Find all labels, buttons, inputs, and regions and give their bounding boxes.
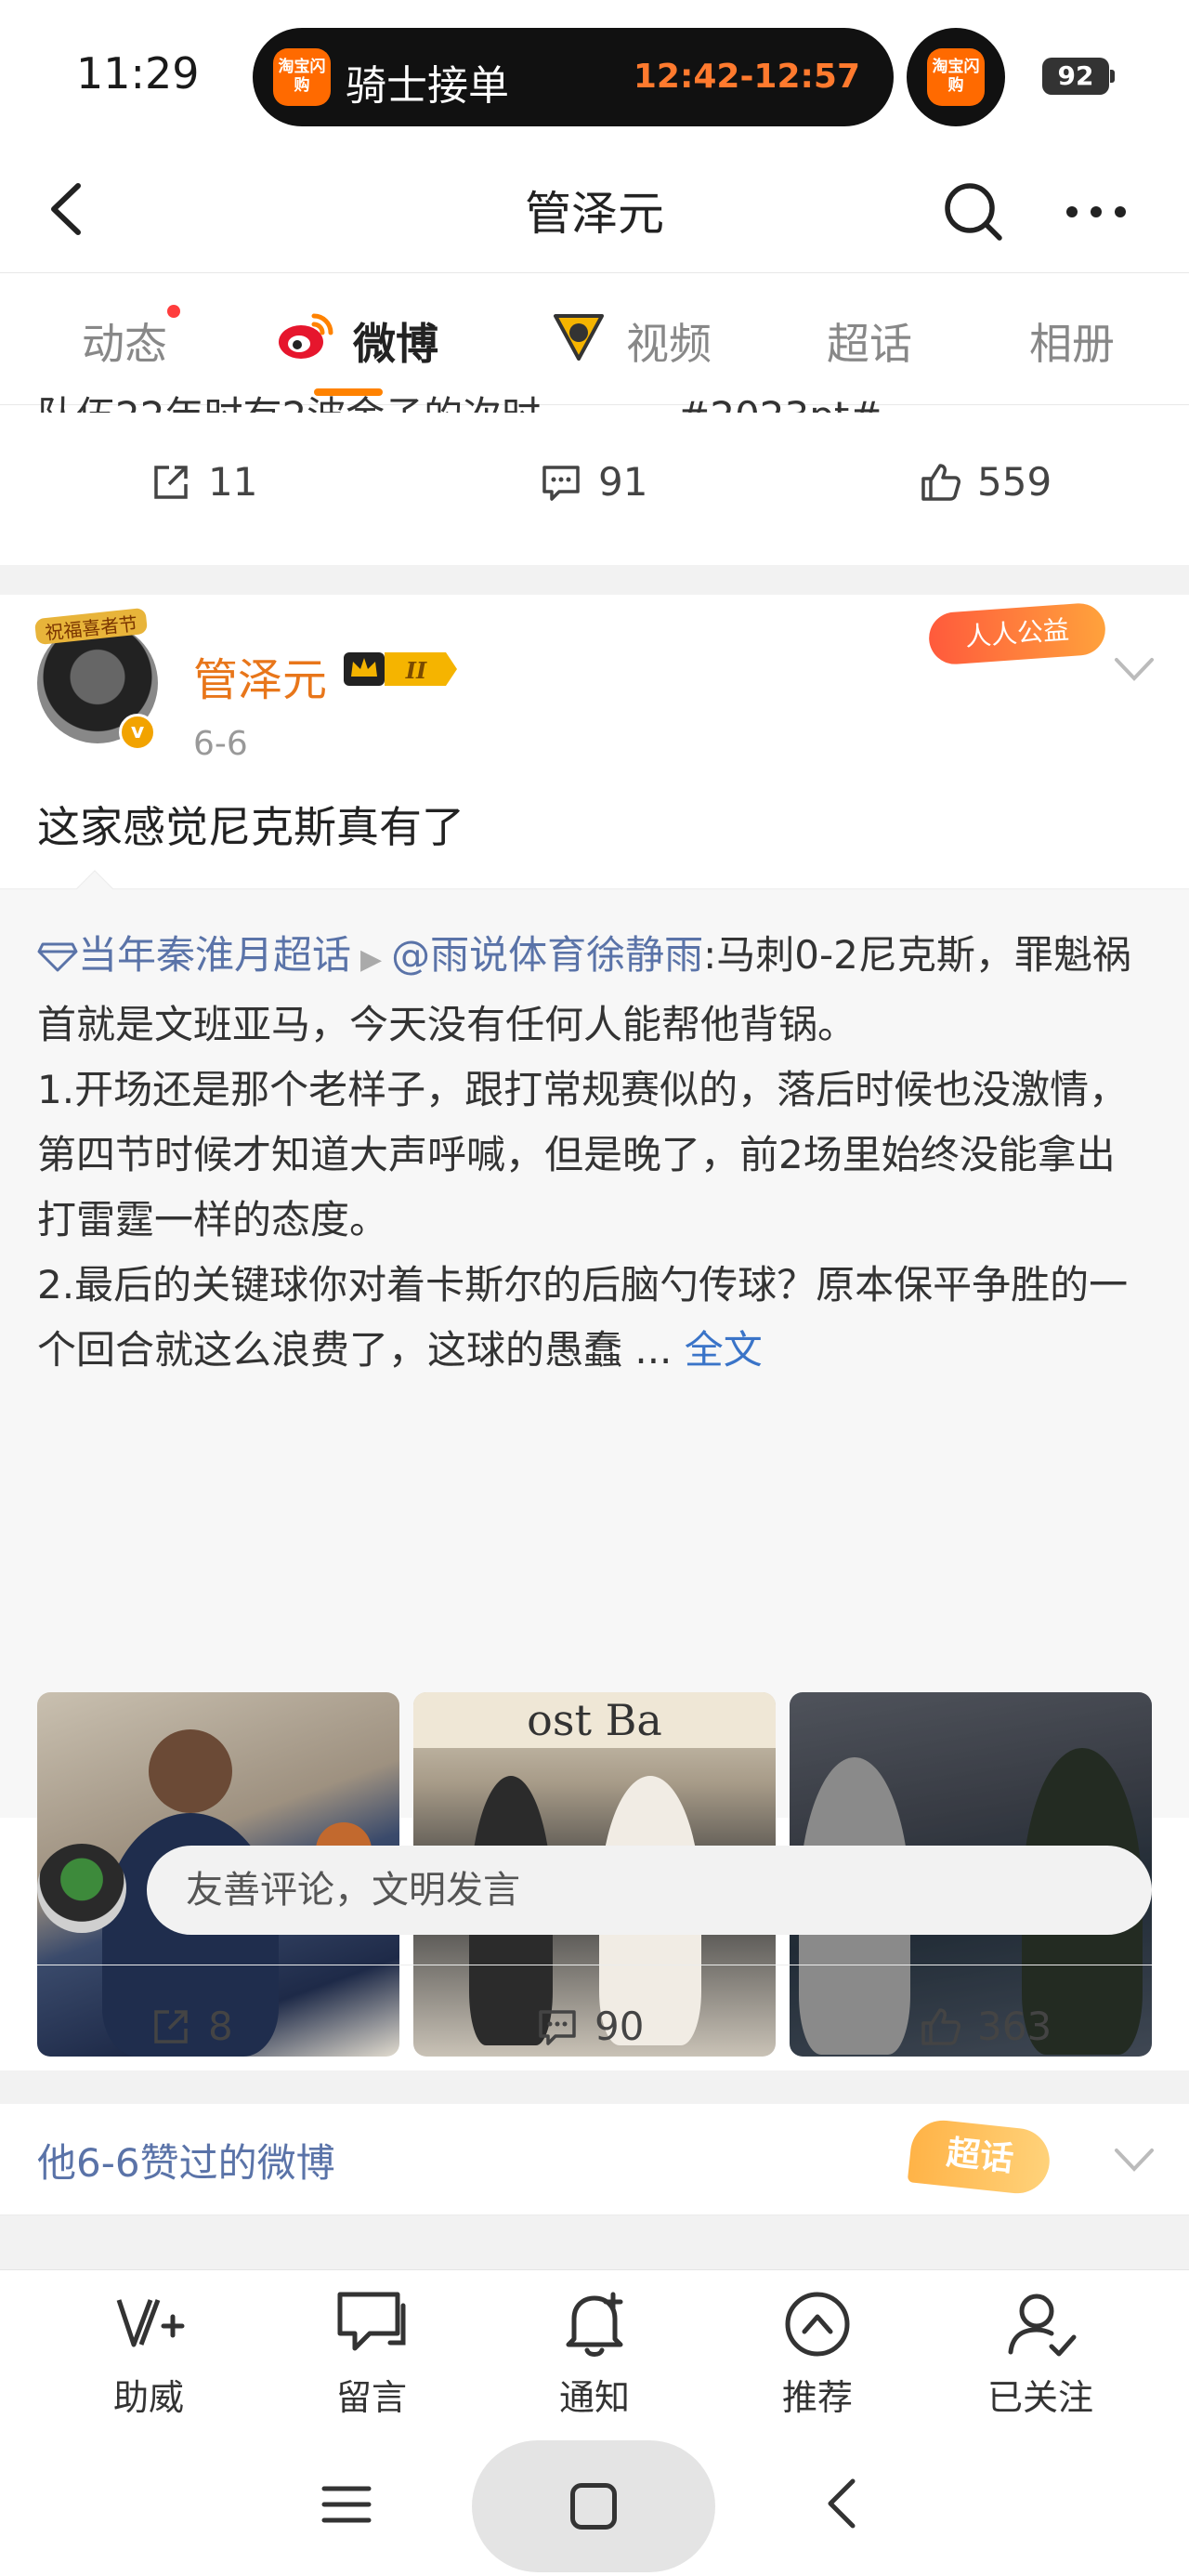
like-count: 363 [977, 2004, 1052, 2049]
recommend-label: 推荐 [781, 2377, 853, 2418]
comment-input[interactable]: 友善评论，文明发言 [147, 1846, 1152, 1935]
live-activity-title: 骑士接单 [346, 62, 509, 110]
system-nav-bar [0, 2427, 1189, 2576]
tab-dongtai[interactable]: 动态 [82, 305, 180, 372]
taobao-shangou-app-icon: 淘宝闪购 [927, 48, 985, 106]
battery-indicator: 92 [1042, 58, 1115, 95]
repost-count: 8 [208, 2004, 233, 2049]
home-square-icon [570, 2483, 617, 2530]
comment-row: 友善评论，文明发言 [0, 1818, 1189, 1939]
repost-icon [154, 465, 188, 499]
message-button[interactable]: 留言 [297, 2285, 446, 2420]
more-icon[interactable] [1059, 177, 1133, 247]
weibo-logo-icon [279, 313, 333, 359]
liked-posts-section[interactable]: 他6-6赞过的微博 超话 [0, 2104, 1189, 2215]
user-check-icon [1008, 2293, 1077, 2357]
comment-button[interactable]: 91 [539, 459, 647, 505]
thumbs-up-icon [921, 2007, 960, 2045]
live-activity-pill[interactable]: 淘宝闪购 骑士接单 12:42-12:57 [253, 28, 894, 126]
cheer-button[interactable]: 助威 [74, 2285, 223, 2420]
like-button[interactable]: 363 [918, 2004, 1052, 2049]
read-more-link[interactable]: 全文 [685, 1327, 763, 1373]
search-icon[interactable] [938, 177, 1009, 247]
bell-add-icon [566, 2292, 623, 2357]
recommend-button[interactable]: 推荐 [743, 2285, 892, 2420]
cheer-label: 助威 [112, 2377, 184, 2418]
supertopic-link[interactable]: 当年秦淮月超话 [37, 932, 351, 978]
following-button[interactable]: 已关注 [966, 2285, 1115, 2420]
message-icon [337, 2292, 406, 2351]
recommend-icon [785, 2292, 850, 2357]
chevron-down-icon[interactable] [1111, 651, 1157, 688]
prev-post-actions: 11 91 559 [0, 433, 1189, 526]
comment-count: 90 [594, 2004, 645, 2049]
reposted-content[interactable]: 当年秦淮月超话 ▶ @雨说体育徐静雨:马刺0-2尼克斯，罪魁祸首就是文班亚马，今天没… [0, 870, 1189, 2057]
following-label: 已关注 [986, 2377, 1093, 2418]
live-activity-time: 12:42-12:57 [633, 58, 860, 96]
member-level: II [405, 657, 427, 684]
top-nav-bar: 管泽元 [0, 149, 1189, 273]
repost-author-link[interactable]: @雨说体育徐静雨 [391, 932, 703, 978]
my-avatar [37, 1844, 126, 1933]
post-text: 这家感觉尼克斯真有了 [37, 802, 464, 852]
repost-line-3: 2.最后的关键球你对着卡斯尔的后脑勺传球？原本保平争胜的一个回合就这么浪费了，这… [37, 1262, 1129, 1373]
play-small-icon: ▶ [360, 943, 383, 976]
tab-label: 超话 [827, 319, 912, 369]
cheer-icon [116, 2299, 185, 2347]
comment-count: 91 [598, 459, 648, 505]
unread-dot [167, 305, 180, 318]
like-button[interactable]: 559 [918, 459, 1052, 505]
chevron-down-icon[interactable] [1111, 2141, 1157, 2178]
charity-tag[interactable]: 人人公益 [927, 601, 1107, 666]
arena-banner: ost Ba [413, 1692, 776, 1748]
comment-icon [539, 2009, 576, 2045]
back-icon[interactable] [819, 2476, 866, 2531]
repost-count: 11 [208, 459, 258, 505]
supertopic-badge: 超话 [907, 2117, 1053, 2197]
repost-line-2: 1.开场还是那个老样子，跟打常规赛似的，落后时候也没激情，第四节时候才知道大声呼… [37, 1067, 1129, 1242]
comment-button[interactable]: 90 [535, 2004, 644, 2049]
supertopic-name: 当年秦淮月超话 [78, 932, 352, 978]
status-bar: 11:29 淘宝闪购 骑士接单 12:42-12:57 淘宝闪购 92 [0, 0, 1189, 149]
message-label: 留言 [335, 2377, 407, 2418]
menu-icon[interactable] [320, 2481, 372, 2528]
tab-label: 动态 [82, 319, 167, 369]
member-crown-icon[interactable]: II [344, 649, 459, 690]
diamond-icon [37, 942, 78, 972]
bottom-toolbar: 助威 留言 通知 推荐 已关注 [0, 2269, 1189, 2427]
tab-label: 视频 [626, 319, 712, 369]
tab-album[interactable]: 相册 [1029, 310, 1115, 372]
verified-icon: v [119, 714, 156, 751]
post-date: 6-6 [193, 725, 248, 763]
tab-weibo[interactable]: 微博 [353, 310, 438, 372]
taobao-shangou-app-icon: 淘宝闪购 [273, 48, 331, 106]
repost-icon [154, 2009, 188, 2044]
repost-pointer [76, 870, 113, 907]
thumbs-up-icon [921, 463, 960, 501]
prev-post-text: 队伍22年时有2波金子的次时。。。。。。#2023pt# [37, 385, 1152, 413]
repost-button[interactable]: 11 [149, 459, 257, 505]
post-card: 祝福喜者节 v 管泽元 II 6-6 人人公益 这家感觉尼克斯真有了 当年秦淮月… [0, 595, 1189, 2070]
tab-video[interactable]: 视频 [626, 310, 712, 372]
status-time: 11:29 [76, 48, 200, 99]
repost-button[interactable]: 8 [149, 2004, 233, 2049]
repost-body: 当年秦淮月超话 ▶ @雨说体育徐静雨:马刺0-2尼克斯，罪魁祸首就是文班亚马，今天没… [37, 923, 1152, 1383]
comment-icon [542, 465, 580, 501]
liked-section-title: 他6-6赞过的微博 [37, 2140, 335, 2186]
tab-label: 微博 [353, 319, 438, 369]
post-username[interactable]: 管泽元 [193, 643, 327, 708]
tab-supertopic[interactable]: 超话 [827, 310, 912, 372]
notification-button[interactable]: 通知 [520, 2285, 669, 2420]
post-actions: 8 90 363 [0, 1978, 1189, 2070]
page-title: 管泽元 [525, 187, 664, 241]
tab-label: 相册 [1029, 319, 1115, 369]
prev-post-card: 队伍22年时有2波金子的次时。。。。。。#2023pt# 11 91 559 [0, 393, 1189, 565]
video-play-icon [554, 314, 604, 361]
notification-label: 通知 [558, 2377, 630, 2418]
like-count: 559 [977, 459, 1052, 505]
home-button[interactable] [472, 2440, 715, 2572]
live-activity-mini[interactable]: 淘宝闪购 [907, 28, 1005, 126]
